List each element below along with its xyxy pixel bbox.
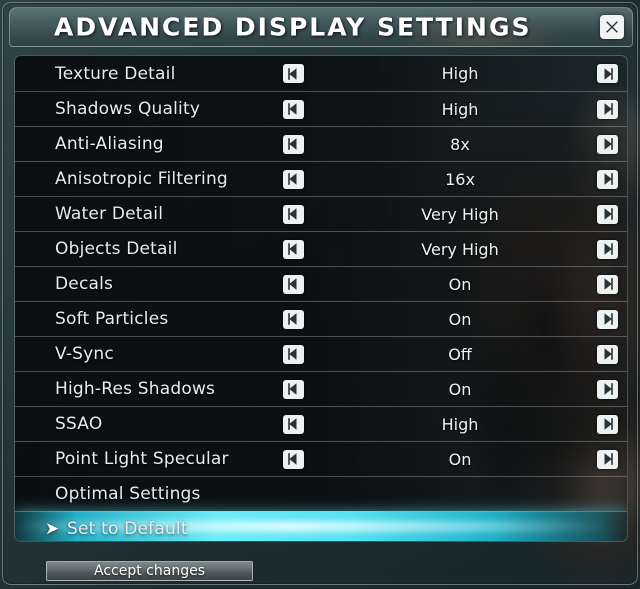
- setting-label: Optimal Settings: [55, 484, 201, 504]
- settings-row[interactable]: Optimal Settings: [15, 476, 627, 511]
- setting-label: V-Sync: [55, 344, 114, 364]
- settings-row[interactable]: Objects Detail Very High: [15, 231, 627, 266]
- chevron-left-icon[interactable]: [283, 134, 304, 154]
- setting-label: Water Detail: [55, 204, 164, 224]
- settings-row[interactable]: Point Light Specular On: [15, 441, 627, 476]
- chevron-right-icon[interactable]: [597, 134, 618, 154]
- settings-row[interactable]: Texture Detail High: [15, 56, 627, 91]
- chevron-left-icon[interactable]: [283, 64, 304, 83]
- settings-row[interactable]: Water Detail Very High: [15, 196, 627, 231]
- chevron-right-icon[interactable]: [597, 274, 618, 294]
- setting-value: High: [441, 64, 479, 83]
- settings-row[interactable]: Soft Particles On: [15, 301, 627, 336]
- chevron-right-icon[interactable]: [597, 169, 618, 189]
- settings-row[interactable]: Shadows Quality High: [15, 91, 627, 126]
- chevron-right-icon[interactable]: [597, 414, 618, 434]
- settings-row[interactable]: Decals On: [15, 266, 627, 301]
- settings-row[interactable]: Anisotropic Filtering 16x: [15, 161, 627, 196]
- page-title: ADVANCED DISPLAY SETTINGS: [54, 12, 532, 42]
- setting-label: Soft Particles: [55, 309, 169, 329]
- setting-label: Texture Detail: [55, 63, 176, 84]
- close-icon[interactable]: [600, 15, 624, 39]
- setting-value: 8x: [450, 134, 470, 154]
- chevron-left-icon[interactable]: [283, 169, 304, 189]
- chevron-left-icon[interactable]: [283, 204, 304, 224]
- settings-row[interactable]: SSAO High: [15, 406, 627, 441]
- chevron-left-icon[interactable]: [283, 344, 304, 364]
- setting-value: On: [448, 449, 472, 469]
- chevron-left-icon[interactable]: [283, 239, 304, 259]
- chevron-right-icon[interactable]: [597, 64, 618, 83]
- setting-value: Very High: [421, 204, 499, 224]
- setting-label: Shadows Quality: [55, 99, 201, 119]
- chevron-left-icon[interactable]: [283, 449, 304, 469]
- chevron-left-icon[interactable]: [283, 274, 304, 294]
- setting-label: Objects Detail: [55, 239, 178, 259]
- chevron-left-icon[interactable]: [283, 309, 304, 329]
- chevron-right-icon[interactable]: [597, 309, 618, 329]
- setting-value: On: [448, 309, 472, 329]
- settings-window: ADVANCED DISPLAY SETTINGS Texture Detail…: [2, 2, 638, 585]
- setting-value: Off: [448, 344, 472, 364]
- setting-label: High-Res Shadows: [55, 379, 216, 399]
- settings-list: Texture Detail High Shadows Quality High Ant…: [14, 55, 628, 542]
- setting-value: High: [441, 414, 479, 434]
- setting-value: On: [448, 274, 472, 294]
- chevron-right-icon[interactable]: [597, 99, 618, 119]
- setting-value: On: [448, 379, 472, 399]
- selection-arrow-icon: ➤: [45, 518, 60, 539]
- chevron-right-icon[interactable]: [597, 379, 618, 399]
- settings-row[interactable]: High-Res Shadows On: [15, 371, 627, 406]
- chevron-right-icon[interactable]: [597, 344, 618, 364]
- settings-row[interactable]: Anti-Aliasing 8x: [15, 126, 627, 161]
- setting-value: Very High: [421, 239, 499, 259]
- setting-label: Anti-Aliasing: [55, 134, 164, 154]
- setting-value: High: [441, 99, 479, 119]
- chevron-right-icon[interactable]: [597, 449, 618, 469]
- settings-row[interactable]: V-Sync Off: [15, 336, 627, 371]
- chevron-left-icon[interactable]: [283, 99, 304, 119]
- window-title-bar: ADVANCED DISPLAY SETTINGS: [9, 7, 633, 47]
- setting-label: Decals: [55, 274, 114, 294]
- chevron-left-icon[interactable]: [283, 414, 304, 434]
- settings-row[interactable]: ➤ Set to Default: [15, 511, 627, 541]
- chevron-left-icon[interactable]: [283, 379, 304, 399]
- setting-label: SSAO: [55, 414, 103, 434]
- setting-label: Point Light Specular: [55, 449, 229, 469]
- setting-value: 16x: [445, 169, 475, 189]
- chevron-right-icon[interactable]: [597, 239, 618, 259]
- setting-label: Anisotropic Filtering: [55, 169, 228, 189]
- accept-changes-button[interactable]: Accept changes: [46, 561, 253, 581]
- setting-label: Set to Default: [67, 519, 188, 539]
- chevron-right-icon[interactable]: [597, 204, 618, 224]
